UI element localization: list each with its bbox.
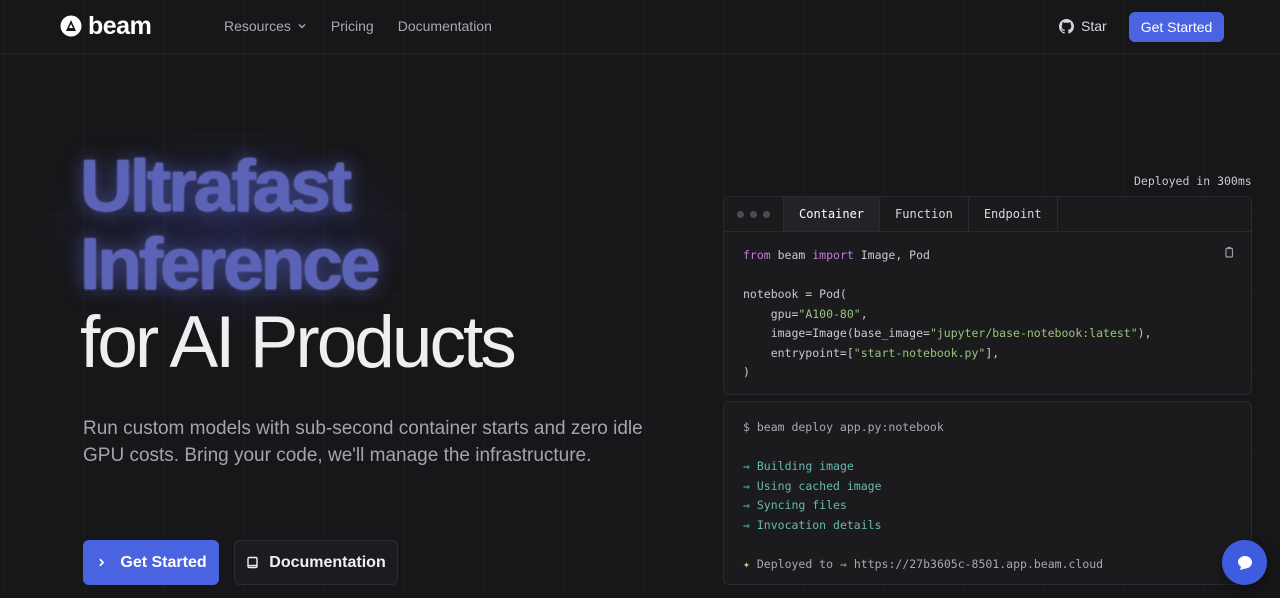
nav-links: Resources Pricing Documentation — [224, 18, 492, 34]
nav-link-resources[interactable]: Resources — [224, 18, 307, 34]
hero-title-line-2: Inference — [80, 224, 381, 305]
deployed-url[interactable]: https://27b3605c-8501.app.beam.cloud — [854, 557, 1103, 571]
documentation-button[interactable]: Documentation — [234, 540, 398, 585]
deployed-time-label: Deployed in 300ms — [1134, 174, 1252, 188]
deployed-prefix: Deployed to — [756, 556, 834, 571]
code-token: ], — [985, 345, 1000, 360]
arrow-icon: ⇒ — [743, 517, 750, 532]
get-started-label: Get Started — [120, 553, 207, 571]
hero-subtitle: Run custom models with sub-second contai… — [83, 418, 643, 466]
beam-logo-icon — [60, 15, 82, 37]
arrow-icon: ⇒ — [839, 556, 847, 571]
nav-link-label: Resources — [224, 18, 291, 34]
window-dots — [724, 197, 783, 231]
hero-title-line-3: for AI Products — [80, 302, 517, 383]
code-token: beam — [770, 248, 813, 262]
arrow-icon: ⇒ — [743, 459, 750, 473]
code-token: , — [860, 306, 868, 321]
tab-container[interactable]: Container — [783, 197, 881, 231]
hero-title: Ultrafast Inference for AI Products — [80, 146, 517, 383]
book-icon — [247, 556, 258, 569]
terminal-command: $ beam deploy app.py:notebook — [743, 420, 944, 434]
code-token: Image, Pod — [853, 248, 930, 262]
code-panel: Container Function Endpoint from beam im… — [723, 196, 1252, 395]
terminal-output: $ beam deploy app.py:notebook ⇒ Building… — [743, 418, 1103, 574]
window-dot — [763, 210, 770, 218]
hero-title-line-1: Ultrafast — [80, 146, 352, 227]
code-token: gpu= — [743, 306, 799, 321]
code-string: "jupyter/base-notebook:latest" — [929, 326, 1138, 340]
code-block: from beam import Image, Pod notebook = P… — [743, 246, 1152, 383]
brand-name: beam — [88, 12, 152, 40]
github-star-link[interactable]: Star — [1059, 18, 1107, 34]
terminal-step: Using cached image — [756, 478, 882, 493]
window-dot — [750, 210, 757, 218]
nav-get-started-button[interactable]: Get Started — [1129, 12, 1224, 42]
chat-widget-button[interactable] — [1222, 540, 1267, 585]
sparkle-icon: ✦ — [743, 556, 750, 571]
github-icon — [1059, 18, 1074, 34]
terminal-step: Invocation details — [756, 517, 882, 532]
beam-logo[interactable]: beam — [60, 12, 152, 40]
terminal-step: Syncing files — [756, 498, 847, 512]
terminal-step: Building image — [756, 459, 854, 473]
arrow-icon: ⇒ — [743, 478, 750, 493]
chevron-down-icon — [298, 24, 306, 29]
top-nav: beam Resources Pricing Documentation Sta… — [0, 0, 1280, 54]
arrow-icon: ⇒ — [743, 498, 750, 512]
code-string: "A100-80" — [798, 306, 861, 321]
code-token: from — [743, 248, 771, 262]
star-label: Star — [1081, 18, 1107, 34]
terminal-panel: $ beam deploy app.py:notebook ⇒ Building… — [723, 401, 1252, 585]
tab-endpoint[interactable]: Endpoint — [969, 197, 1058, 231]
code-line: ) — [743, 365, 750, 379]
code-token: entrypoint=[ — [743, 345, 854, 360]
nav-link-documentation[interactable]: Documentation — [398, 18, 492, 34]
code-token: image=Image(base_image= — [743, 326, 930, 340]
code-token: ), — [1137, 326, 1152, 340]
code-string: "start-notebook.py" — [853, 345, 986, 360]
tab-function[interactable]: Function — [880, 197, 969, 231]
documentation-label: Documentation — [269, 553, 386, 571]
get-started-button[interactable]: Get Started — [83, 540, 219, 585]
code-line: notebook = Pod( — [743, 287, 847, 301]
chevron-right-icon — [99, 558, 105, 567]
code-tabbar: Container Function Endpoint — [724, 197, 1251, 232]
window-dot — [737, 210, 744, 218]
copy-icon[interactable] — [1223, 246, 1235, 258]
chat-bubble-icon — [1237, 555, 1252, 570]
code-token: import — [812, 248, 854, 262]
nav-link-pricing[interactable]: Pricing — [331, 18, 374, 34]
